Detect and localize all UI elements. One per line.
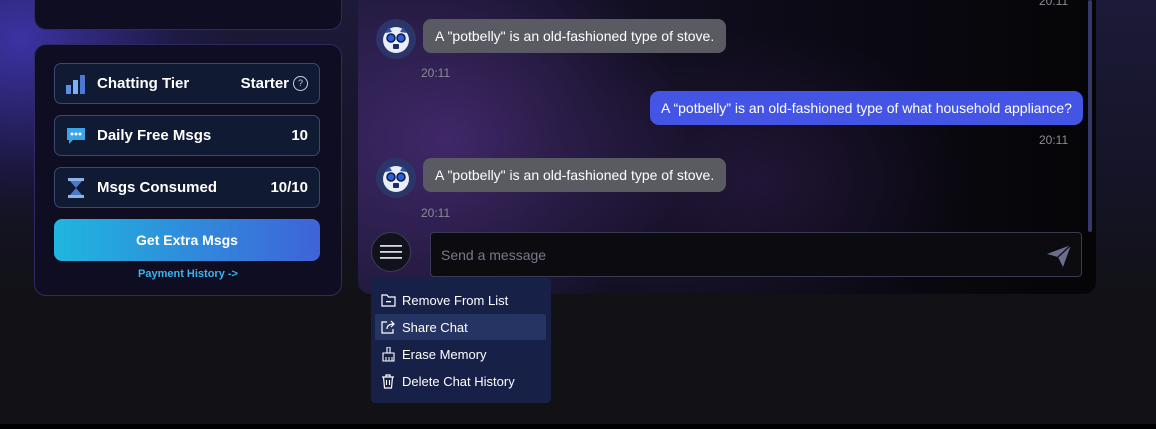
send-button[interactable]: [1046, 244, 1072, 268]
chat-options-menu: Remove From List Share Chat Erase Memory: [371, 278, 551, 403]
bar-chart-icon: [65, 73, 87, 95]
message-time: 20:11: [421, 66, 451, 80]
stat-value: Starter ?: [241, 75, 308, 92]
payment-history-link[interactable]: Payment History ->: [35, 268, 341, 280]
bot-avatar: [376, 158, 416, 198]
robot-icon: [383, 166, 409, 192]
menu-item-label: Delete Chat History: [402, 373, 515, 389]
tier-value: Starter: [240, 75, 289, 92]
usage-panel: Chatting Tier Starter ? Daily Free Msgs …: [34, 44, 342, 296]
menu-item-remove-from-list[interactable]: Remove From List: [375, 287, 546, 313]
hamburger-icon: [380, 245, 402, 259]
message-input[interactable]: [430, 232, 1082, 277]
user-message-bubble: A “potbelly” is an old-fashioned type of…: [650, 91, 1083, 125]
stat-chatting-tier: Chatting Tier Starter ?: [54, 63, 320, 104]
share-icon: [380, 319, 396, 335]
chat-menu-button[interactable]: [371, 232, 411, 272]
message-time: 20:11: [1039, 0, 1069, 8]
menu-item-share-chat[interactable]: Share Chat: [375, 314, 546, 340]
hourglass-icon: [65, 177, 87, 199]
folder-minus-icon: [380, 292, 396, 308]
message-time: 20:11: [421, 206, 451, 220]
stat-label: Msgs Consumed: [97, 179, 218, 196]
stat-value: 10/10: [270, 179, 308, 196]
menu-item-label: Share Chat: [402, 319, 468, 335]
profile-card: [34, 0, 342, 30]
bot-message-bubble: A "potbelly" is an old-fashioned type of…: [423, 158, 727, 192]
bot-avatar: [376, 19, 416, 59]
stat-label: Daily Free Msgs: [97, 127, 212, 144]
menu-item-delete-chat-history[interactable]: Delete Chat History: [375, 368, 546, 394]
stat-msgs-consumed: Msgs Consumed 10/10: [54, 167, 320, 208]
robot-icon: [383, 27, 409, 53]
send-icon: [1047, 244, 1072, 267]
menu-item-label: Remove From List: [402, 292, 509, 308]
message-time: 20:11: [1039, 133, 1069, 147]
trash-icon: [380, 373, 396, 389]
chat-scrollbar[interactable]: [1088, 0, 1092, 232]
chat-bubble-icon: [65, 125, 87, 147]
bottom-bar: [0, 424, 1156, 429]
stat-value: 10: [291, 127, 308, 144]
bot-message-bubble: A "potbelly" is an old-fashioned type of…: [423, 19, 727, 53]
get-extra-msgs-button[interactable]: Get Extra Msgs: [54, 219, 320, 261]
stat-label: Chatting Tier: [97, 75, 190, 92]
menu-item-label: Erase Memory: [402, 346, 487, 362]
help-icon[interactable]: ?: [293, 76, 308, 91]
stat-daily-free-msgs: Daily Free Msgs 10: [54, 115, 320, 156]
broom-icon: [380, 346, 396, 362]
menu-item-erase-memory[interactable]: Erase Memory: [375, 341, 546, 367]
